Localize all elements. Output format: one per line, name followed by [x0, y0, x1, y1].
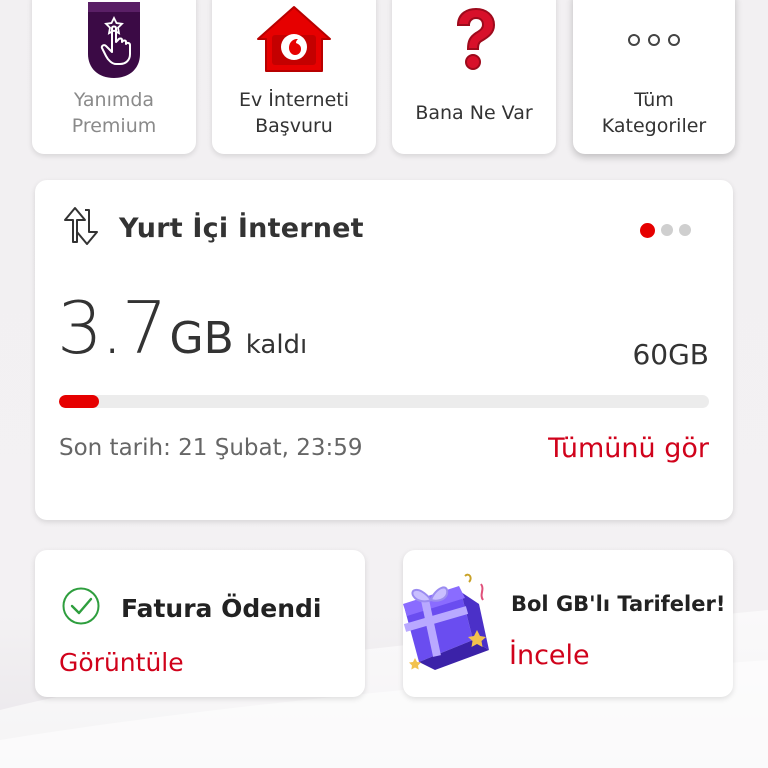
usage-progress-fill [59, 395, 100, 408]
deadline-text: Son tarih: 21 Şubat, 23:59 [59, 435, 363, 461]
see-all-link[interactable]: Tümünü gör [548, 433, 709, 464]
premium-touch-icon [32, 0, 196, 80]
promo-explore-link[interactable]: İncele [509, 640, 590, 671]
carousel-dot[interactable] [661, 224, 673, 236]
category-label: Ev İnterneti Başvuru [238, 89, 349, 137]
category-tile-bana-ne-var[interactable]: Bana Ne Var [392, 0, 556, 154]
check-circle-icon [61, 586, 101, 630]
category-tile-premium[interactable]: Yanımda Premium [32, 0, 196, 154]
carousel-dot[interactable] [640, 222, 655, 238]
category-tile-all-categories[interactable]: Tüm Kategoriler [573, 0, 735, 154]
promo-tariffs-card[interactable]: Bol GB'lı Tarifeler! İncele [403, 550, 733, 697]
internet-usage-card[interactable]: Yurt İçi İnternet 3.7 GB kaldı 60GB Son … [35, 180, 733, 520]
view-bill-link[interactable]: Görüntüle [59, 648, 184, 677]
remaining-data: 3.7 GB kaldı [57, 288, 307, 368]
usage-progress-bar [59, 395, 709, 408]
total-data: 60GB [632, 338, 709, 371]
gift-box-icon [403, 570, 495, 678]
bill-status-title: Fatura Ödendi [121, 593, 322, 623]
home-vodafone-icon [212, 0, 376, 80]
remaining-amount: 3.7 [57, 286, 168, 370]
category-tile-home-internet[interactable]: Ev İnterneti Başvuru [212, 0, 376, 154]
category-label: Bana Ne Var [415, 102, 533, 124]
category-label: Yanımda Premium [71, 89, 157, 137]
remaining-unit: GB [169, 313, 234, 364]
data-transfer-icon [61, 206, 101, 250]
promo-title: Bol GB'lı Tarifeler! [511, 592, 726, 616]
internet-card-title: Yurt İçi İnternet [119, 212, 364, 244]
question-mark-icon [392, 0, 556, 80]
more-dots-icon [573, 0, 735, 80]
category-label: Tüm Kategoriler [601, 89, 707, 137]
carousel-dot[interactable] [679, 224, 691, 236]
remaining-suffix: kaldı [245, 330, 308, 360]
bill-status-card[interactable]: Fatura Ödendi Görüntüle [35, 550, 365, 697]
carousel-indicator[interactable] [640, 222, 691, 238]
